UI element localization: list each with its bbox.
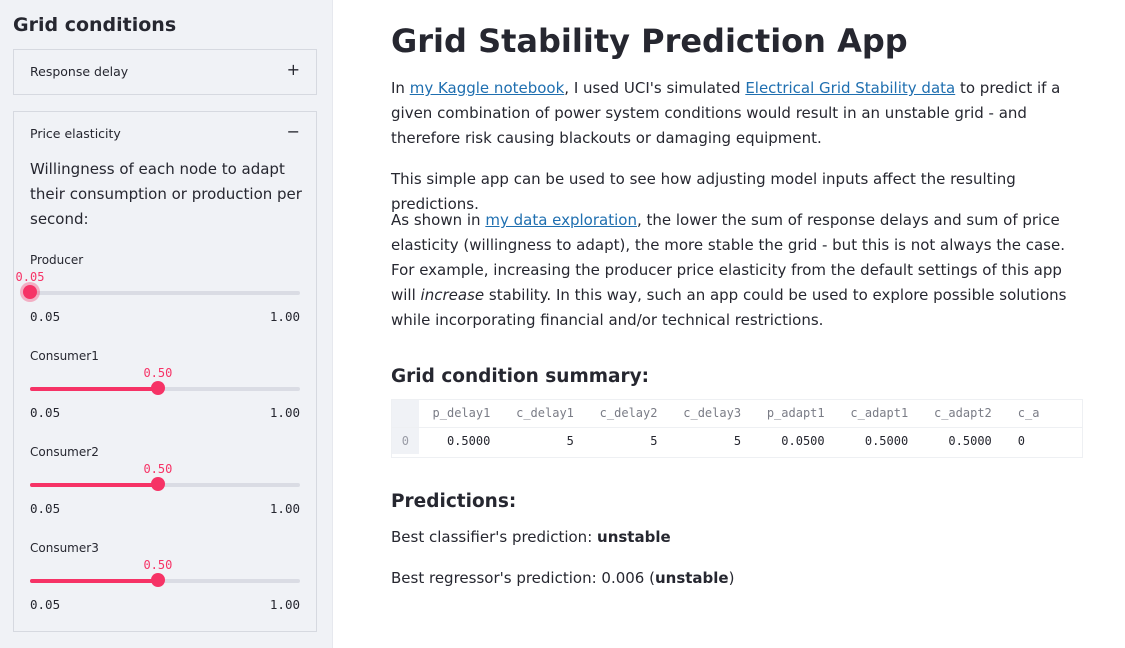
column-header: c_delay3 — [683, 406, 742, 421]
table-cell: 0.5000 — [836, 426, 921, 454]
column-header: c_delay2 — [599, 406, 658, 421]
table-cell: 5 — [669, 426, 754, 454]
regressor-value: unstable — [654, 569, 729, 587]
table-index-header — [392, 400, 419, 427]
table-row: 0 0.5000 5 5 5 0.0500 0.5000 0.5000 0 — [392, 426, 1082, 454]
page-title: Grid Stability Prediction App — [391, 22, 908, 60]
intro-text-2: , I used UCI's simulated — [564, 79, 746, 97]
sidebar: Grid conditions Response delay + Price e… — [0, 0, 333, 648]
slider-track[interactable] — [30, 291, 300, 295]
classifier-prefix: Best classifier's prediction: — [391, 528, 598, 546]
slider-consumer2: Consumer2 0.50 0.05 1.00 — [30, 445, 300, 525]
expand-icon[interactable]: + — [287, 61, 300, 79]
collapse-icon[interactable]: − — [287, 123, 300, 141]
row-index: 0 — [392, 426, 419, 454]
slider-fill — [30, 483, 158, 487]
slider-consumer1: Consumer1 0.50 0.05 1.00 — [30, 349, 300, 429]
slider-consumer3: Consumer3 0.50 0.05 1.00 — [30, 541, 300, 621]
slider-producer: Producer 0.05 0.05 1.00 — [16, 253, 300, 333]
slider-thumb[interactable] — [150, 381, 165, 395]
data-exploration-link[interactable]: my data exploration — [485, 211, 637, 229]
slider-track[interactable] — [30, 387, 300, 391]
price-elasticity-expander: Price elasticity − Willingness of each n… — [13, 111, 317, 632]
slider-label: Consumer2 — [30, 445, 99, 459]
slider-label: Consumer1 — [30, 349, 99, 363]
slider-thumb[interactable] — [150, 477, 165, 491]
table-cell: 0 — [1003, 426, 1082, 454]
slider-max: 1.00 — [269, 405, 300, 420]
slider-fill — [30, 579, 158, 583]
column-header: c_adapt2 — [933, 406, 992, 421]
regressor-prediction: Best regressor's prediction: 0.006 (unst… — [391, 569, 734, 587]
column-header: p_adapt1 — [766, 406, 825, 421]
table-header-row: p_delay1 c_delay1 c_delay2 c_delay3 p_ad… — [392, 400, 1082, 427]
price-elasticity-description: Willingness of each node to adapt their … — [30, 160, 302, 228]
summary-heading: Grid condition summary: — [391, 366, 650, 387]
column-header: p_delay1 — [432, 406, 491, 421]
intro-text-1: In — [391, 79, 410, 97]
intro-paragraph: In my Kaggle notebook, I used UCI's simu… — [391, 76, 1076, 151]
slider-min: 0.05 — [30, 597, 61, 612]
slider-value: 0.50 — [143, 462, 173, 476]
slider-value: 0.05 — [15, 270, 45, 284]
explore-text-3: stability. In this way, such an app coul… — [391, 286, 1067, 329]
response-delay-expander[interactable]: Response delay + — [13, 49, 317, 95]
predictions-heading: Predictions: — [391, 491, 517, 512]
slider-min: 0.05 — [30, 501, 61, 516]
column-header: c_a — [1017, 406, 1040, 421]
price-elasticity-label[interactable]: Price elasticity — [30, 126, 121, 141]
slider-fill — [30, 387, 158, 391]
regressor-prefix: Best regressor's prediction: 0.006 ( — [391, 569, 655, 587]
kaggle-notebook-link[interactable]: my Kaggle notebook — [410, 79, 565, 97]
table-cell: 5 — [502, 426, 586, 454]
slider-track[interactable] — [30, 579, 300, 583]
column-header: c_delay1 — [516, 406, 574, 421]
slider-label: Producer — [30, 253, 84, 267]
classifier-value: unstable — [597, 528, 671, 546]
slider-min: 0.05 — [30, 309, 61, 324]
slider-track[interactable] — [30, 483, 300, 487]
slider-min: 0.05 — [30, 405, 61, 420]
slider-thumb[interactable] — [23, 285, 37, 299]
slider-value: 0.50 — [143, 558, 173, 572]
slider-max: 1.00 — [269, 597, 300, 612]
table-cell: 0.5000 — [418, 426, 503, 454]
exploration-paragraph: As shown in my data exploration, the low… — [391, 208, 1076, 333]
slider-value: 0.50 — [143, 366, 173, 380]
slider-label: Consumer3 — [30, 541, 99, 555]
regressor-suffix: ) — [728, 569, 735, 587]
explore-text-1: As shown in — [391, 211, 486, 229]
grid-stability-data-link[interactable]: Electrical Grid Stability data — [745, 79, 955, 97]
summary-table[interactable]: p_delay1 c_delay1 c_delay2 c_delay3 p_ad… — [391, 399, 1083, 458]
sidebar-title: Grid conditions — [13, 14, 177, 36]
table-cell: 5 — [585, 426, 670, 454]
table-cell: 0.5000 — [920, 426, 1004, 454]
slider-thumb[interactable] — [150, 573, 165, 587]
response-delay-label[interactable]: Response delay — [30, 64, 128, 79]
classifier-prediction: Best classifier's prediction: unstable — [391, 528, 671, 546]
explore-emphasis: increase — [420, 286, 485, 304]
slider-max: 1.00 — [269, 309, 300, 324]
column-header: c_adapt1 — [850, 406, 909, 421]
slider-max: 1.00 — [269, 501, 300, 516]
table-cell: 0.0500 — [753, 426, 837, 454]
